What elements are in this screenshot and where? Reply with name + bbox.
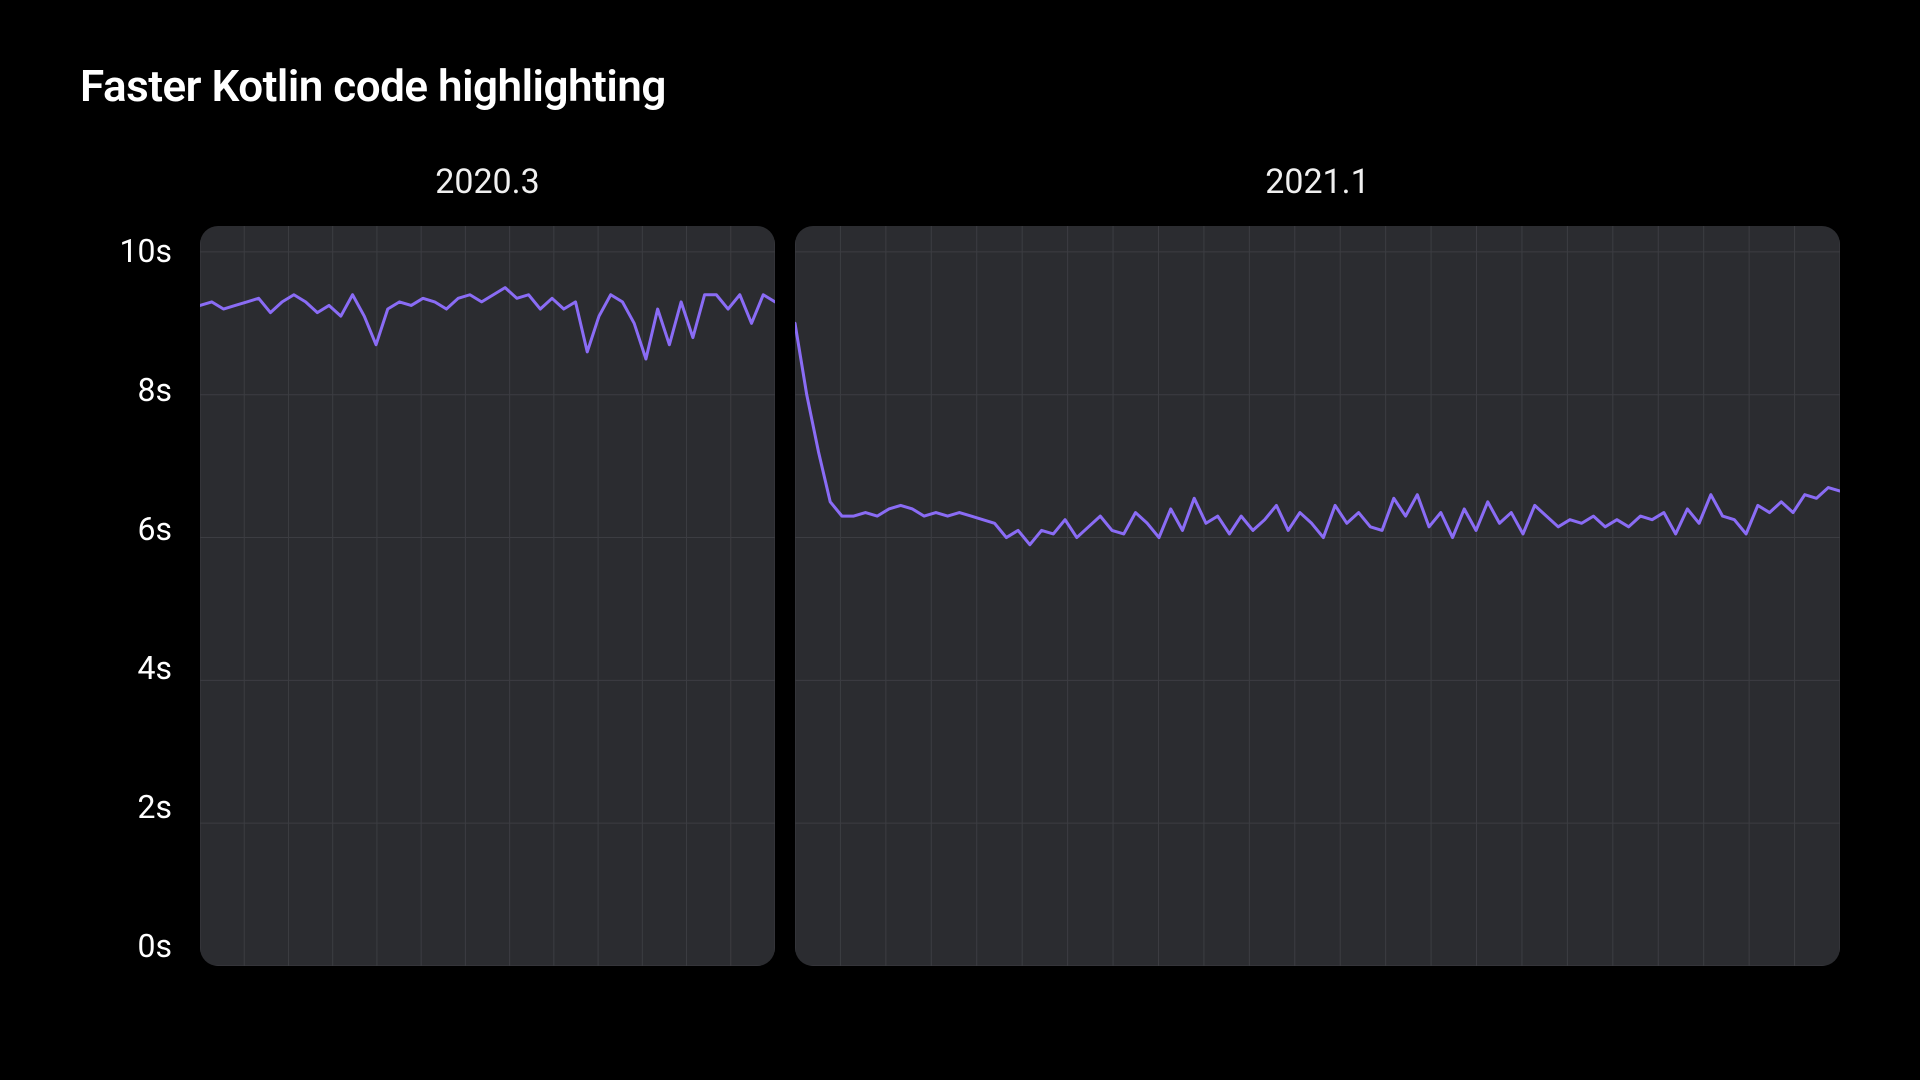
chart-container: 2020.3 2021.1 10s 8s 6s 4s 2s 0s: [80, 162, 1840, 992]
y-tick-label: 10s: [120, 232, 172, 270]
y-tick-label: 0s: [138, 927, 173, 965]
chart-panel-right: [795, 226, 1840, 966]
y-tick-label: 4s: [138, 649, 173, 687]
data-line: [795, 323, 1840, 544]
page-title: Faster Kotlin code highlighting: [80, 60, 1840, 112]
y-tick-label: 2s: [138, 788, 173, 826]
y-axis: 10s 8s 6s 4s 2s 0s: [80, 226, 190, 946]
data-line: [200, 288, 775, 359]
y-tick-label: 6s: [138, 510, 173, 548]
panel-label-right: 2021.1: [795, 162, 1840, 202]
panel-label-left: 2020.3: [200, 162, 775, 202]
y-tick-label: 8s: [138, 371, 173, 409]
chart-panel-left: [200, 226, 775, 966]
